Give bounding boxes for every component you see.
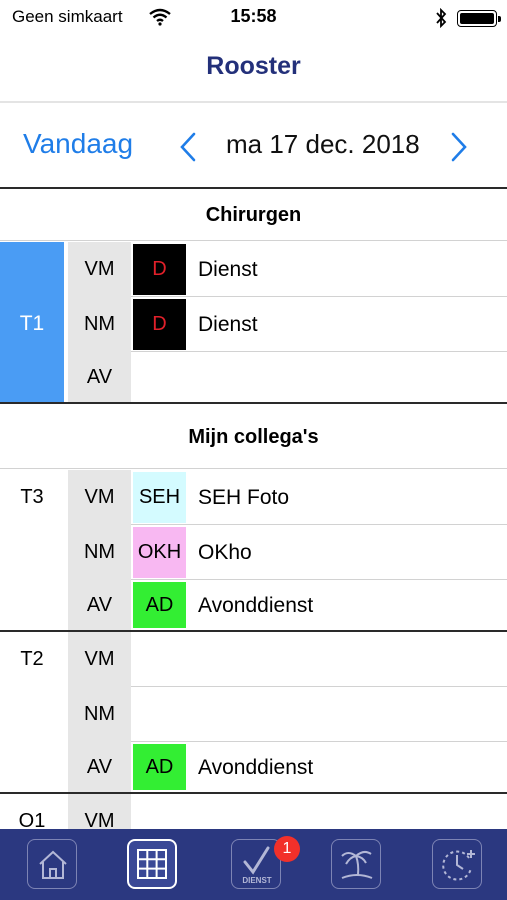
dienst-label: DIENST <box>242 876 272 885</box>
page-title: Rooster <box>206 52 301 80</box>
today-button[interactable]: Vandaag <box>23 128 133 160</box>
period-label: NM <box>68 687 131 742</box>
period-label: VM <box>68 632 131 687</box>
shift-code: D <box>133 244 186 295</box>
shift-description: OKho <box>198 541 252 564</box>
period-label: AV <box>68 580 131 630</box>
schedule-row[interactable]: VM D Dienst <box>0 242 507 297</box>
palm-tree-icon <box>341 850 373 879</box>
chevron-left-icon[interactable] <box>178 131 198 163</box>
schedule-row[interactable]: AV AD Avonddienst <box>0 580 507 630</box>
shift-code: D <box>133 299 186 350</box>
clock-plus-icon <box>442 850 475 881</box>
section-divider <box>0 402 507 404</box>
shift-code: AD <box>133 744 186 790</box>
shift-description: Dienst <box>198 313 258 336</box>
schedule-row[interactable]: NM <box>0 687 507 742</box>
schedule-row[interactable]: T2 VM <box>0 632 507 687</box>
shift-description: Avonddienst <box>198 756 314 779</box>
home-icon <box>39 850 67 879</box>
schedule-row[interactable]: NM D Dienst <box>0 297 507 352</box>
tab-rooster[interactable] <box>127 839 177 889</box>
schedule-row[interactable]: AV <box>0 352 507 402</box>
shift-code: OKH <box>133 527 186 578</box>
shift-code: SEH <box>133 472 186 523</box>
period-label: NM <box>68 297 131 352</box>
person-t2[interactable]: T2 <box>0 632 64 687</box>
schedule-row[interactable]: T3 VM SEH SEH Foto <box>0 470 507 525</box>
tab-home[interactable] <box>27 839 77 889</box>
shift-description: SEH Foto <box>198 486 290 509</box>
divider <box>0 240 507 241</box>
notification-badge: 1 <box>274 836 300 862</box>
period-label: NM <box>68 525 131 580</box>
shift-description: Dienst <box>198 258 258 281</box>
shift-code: AD <box>133 582 186 628</box>
tab-uren[interactable] <box>432 839 482 889</box>
section-header-colleagues: Mijn collega's <box>188 426 319 448</box>
bluetooth-icon <box>436 8 447 28</box>
divider <box>0 468 507 469</box>
shift-description: Avonddienst <box>198 594 314 617</box>
date-navigator: Vandaag ma 17 dec. 2018 <box>0 103 507 189</box>
period-label: AV <box>68 742 131 792</box>
battery-icon <box>457 10 501 27</box>
tab-bar: DIENST <box>0 829 507 900</box>
period-label: VM <box>68 470 131 525</box>
section-header-surgeons: Chirurgen <box>205 204 302 226</box>
person-t3[interactable]: T3 <box>0 470 64 525</box>
schedule-row[interactable]: NM OKH OKho <box>0 525 507 580</box>
current-date: ma 17 dec. 2018 <box>226 129 420 159</box>
period-label: AV <box>68 352 131 402</box>
clock: 15:58 <box>230 6 277 26</box>
chevron-right-icon[interactable] <box>449 131 469 163</box>
schedule-row[interactable]: AV AD Avonddienst <box>0 742 507 792</box>
status-bar: Geen simkaart 15:58 <box>0 0 507 36</box>
grid-icon <box>137 849 167 879</box>
period-label: VM <box>68 242 131 297</box>
tab-vakantie[interactable] <box>331 839 381 889</box>
